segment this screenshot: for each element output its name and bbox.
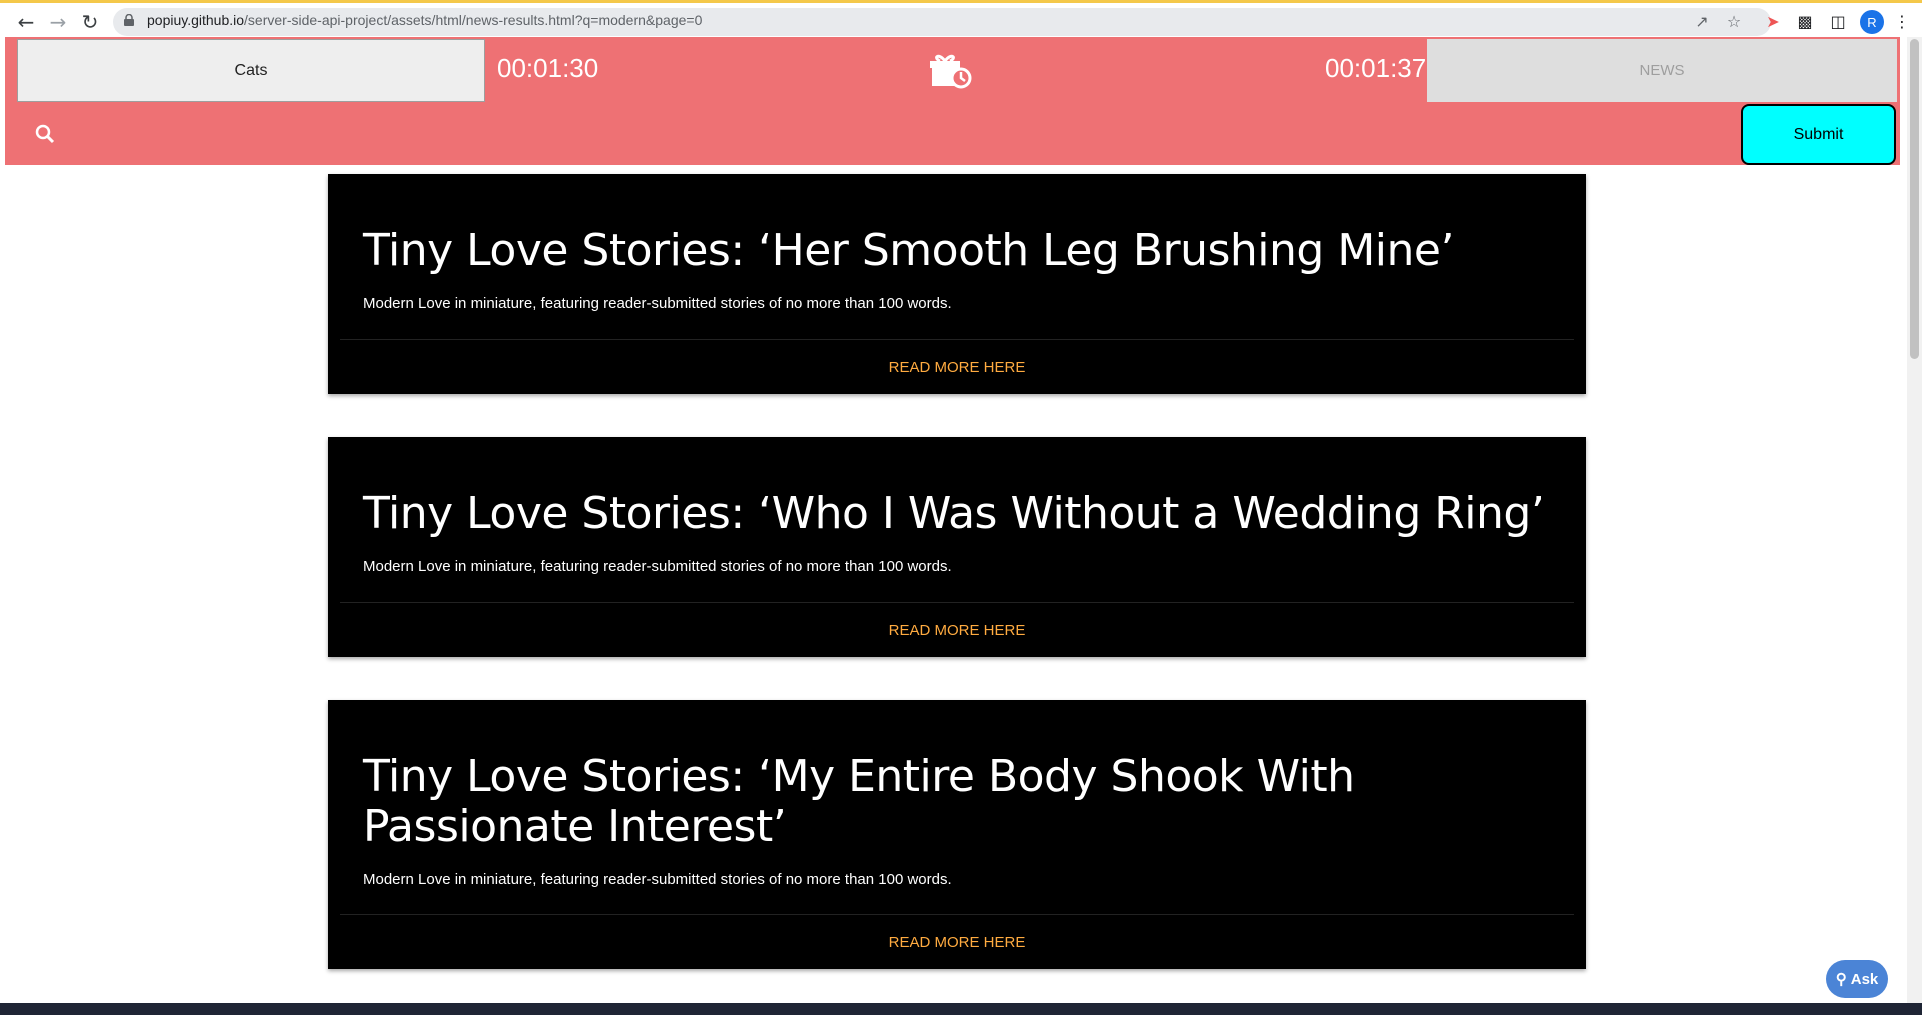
card-title: Tiny Love Stories: ‘Her Smooth Leg Brush…	[363, 225, 1454, 276]
timer-right: 00:01:37	[1325, 53, 1427, 83]
ask-label: Ask	[1850, 970, 1879, 988]
card-description: Modern Love in miniature, featuring read…	[363, 295, 952, 312]
news-card: Tiny Love Stories: ‘Her Smooth Leg Brush…	[328, 174, 1586, 394]
reload-icon[interactable]: ↻	[77, 9, 103, 35]
profile-avatar[interactable]: R	[1860, 10, 1884, 34]
card-action: READ MORE HERE	[340, 602, 1574, 657]
read-more-link[interactable]: READ MORE HERE	[889, 359, 1026, 376]
url-host: popiuy.github.io	[147, 12, 245, 28]
side-panel-icon[interactable]: ◫	[1828, 11, 1848, 31]
app-header: Cats 00:01:30 00:01:37 NEWS Submit	[5, 37, 1900, 165]
submit-button[interactable]: Submit	[1741, 104, 1896, 165]
card-action: READ MORE HERE	[340, 914, 1574, 969]
news-card: Tiny Love Stories: ‘Who I Was Without a …	[328, 437, 1586, 657]
timer-left: 00:01:30	[497, 53, 599, 83]
browser-toolbar: ← → ↻ popiuy.github.io/server-side-api-p…	[0, 0, 1922, 37]
page-scrollbar[interactable]	[1907, 37, 1922, 1005]
back-arrow-icon[interactable]: ←	[13, 9, 39, 35]
cats-tab[interactable]: Cats	[17, 39, 485, 102]
scrollbar-thumb[interactable]	[1910, 39, 1919, 359]
lock-icon	[124, 14, 134, 26]
url-text[interactable]: popiuy.github.io/server-side-api-project…	[147, 12, 702, 28]
url-path: /server-side-api-project/assets/html/new…	[244, 12, 703, 28]
news-tab[interactable]: NEWS	[1427, 39, 1897, 102]
card-description: Modern Love in miniature, featuring read…	[363, 871, 952, 888]
bookmark-star-icon[interactable]: ☆	[1724, 11, 1744, 31]
read-more-link[interactable]: READ MORE HERE	[889, 934, 1026, 951]
gift-icon	[930, 54, 972, 89]
ask-search-icon: ⚲	[1835, 971, 1847, 988]
search-icon[interactable]	[33, 122, 57, 146]
ask-button[interactable]: ⚲ Ask	[1826, 960, 1888, 998]
extension-icon[interactable]: ➤	[1763, 11, 1783, 31]
share-icon[interactable]: ↗	[1692, 11, 1712, 31]
card-title: Tiny Love Stories: ‘Who I Was Without a …	[363, 488, 1545, 539]
card-description: Modern Love in miniature, featuring read…	[363, 558, 952, 575]
read-more-link[interactable]: READ MORE HERE	[889, 622, 1026, 639]
puzzle-extensions-icon[interactable]: ▩	[1795, 11, 1815, 31]
card-title: Tiny Love Stories: ‘My Entire Body Shook…	[363, 751, 1355, 852]
news-card: Tiny Love Stories: ‘My Entire Body Shook…	[328, 700, 1586, 969]
menu-kebab-icon[interactable]: ⋮	[1892, 11, 1912, 31]
card-action: READ MORE HERE	[340, 339, 1574, 394]
os-taskbar	[0, 1003, 1922, 1015]
forward-arrow-icon[interactable]: →	[45, 9, 71, 35]
